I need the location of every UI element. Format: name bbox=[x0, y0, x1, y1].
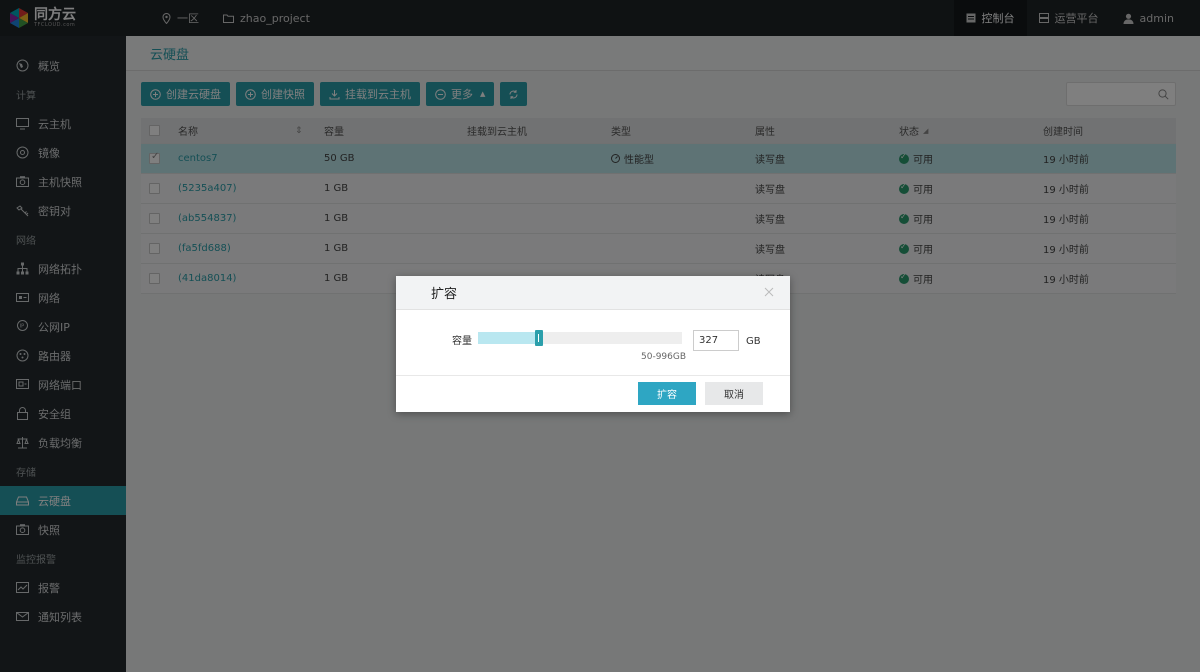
capacity-input[interactable]: 327 bbox=[693, 330, 739, 351]
dialog-footer: 扩容 取消 bbox=[396, 376, 790, 412]
slider-handle[interactable] bbox=[535, 330, 543, 346]
capacity-label: 容量 bbox=[452, 336, 472, 347]
resize-dialog: 扩容 容量 50-996GB 327 GB 扩容 取消 bbox=[396, 276, 790, 412]
capacity-slider[interactable] bbox=[478, 330, 682, 346]
slider-fill bbox=[478, 332, 539, 344]
unit-label: GB bbox=[746, 336, 761, 347]
range-hint: 50-996GB bbox=[641, 352, 687, 362]
cancel-button[interactable]: 取消 bbox=[705, 382, 763, 405]
dialog-header: 扩容 bbox=[396, 276, 790, 310]
dialog-title: 扩容 bbox=[431, 287, 458, 302]
confirm-resize-button[interactable]: 扩容 bbox=[638, 382, 696, 405]
dialog-body: 容量 50-996GB 327 GB bbox=[396, 310, 790, 376]
close-icon[interactable] bbox=[762, 285, 776, 299]
